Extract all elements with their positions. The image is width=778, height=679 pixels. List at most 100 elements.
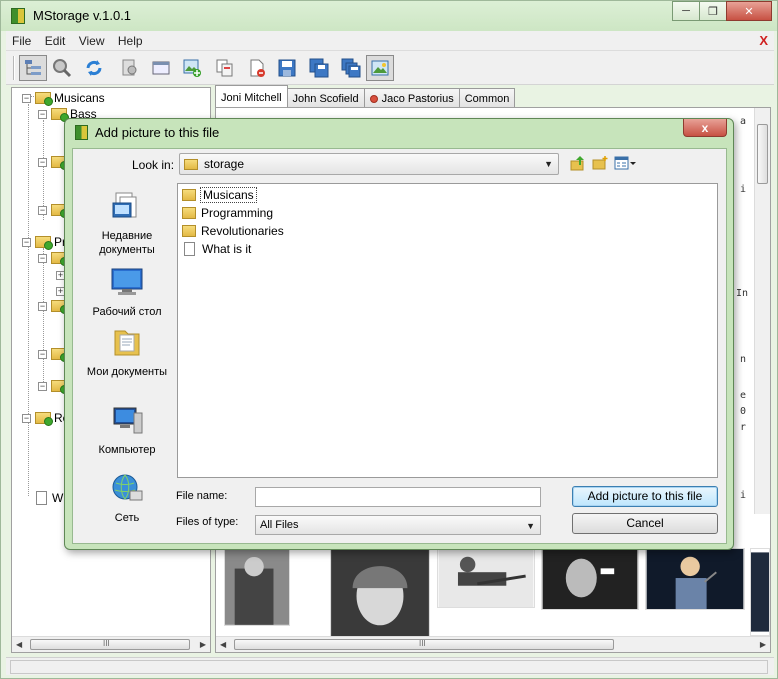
menu-file[interactable]: File [6, 31, 35, 48]
close-button[interactable]: ✕ [726, 1, 772, 21]
refresh-button[interactable] [80, 55, 108, 81]
list-item-revolutionaries[interactable]: Revolutionaries [182, 222, 284, 239]
delete-button[interactable] [243, 55, 271, 81]
toolbar [6, 51, 774, 85]
places-bar: Недавние документы Рабочий стол Мои доку… [81, 183, 173, 543]
picture-icon [371, 60, 389, 76]
folder-icon [184, 158, 198, 170]
scroll-thumb[interactable]: III [234, 639, 614, 650]
up-folder-button[interactable] [570, 155, 586, 171]
photo-thumbnail[interactable] [541, 548, 639, 610]
computer-icon [113, 407, 143, 434]
dialog-close-button[interactable]: x [683, 119, 727, 137]
place-my-documents[interactable]: Мои документы [81, 327, 173, 379]
minimize-button[interactable]: ─ [672, 1, 700, 21]
tab-joni-mitchell[interactable]: Joni Mitchell [215, 85, 288, 107]
collapse-icon[interactable]: − [22, 237, 31, 247]
tab-jaco-pastorius[interactable]: Jaco Pastorius [363, 88, 460, 107]
scroll-thumb[interactable] [757, 124, 768, 184]
toolbar-separator [13, 56, 15, 80]
folder-icon [35, 92, 53, 106]
view-menu-button[interactable] [614, 155, 636, 171]
save-as-button[interactable] [305, 55, 333, 81]
list-item-musicans[interactable]: Musicans [182, 186, 257, 203]
file-list: Musicans Programming Revolutionaries Wha… [177, 183, 718, 478]
photo-thumbnail[interactable] [224, 548, 290, 626]
add-picture-dialog: Add picture to this file x Look in: stor… [64, 118, 734, 550]
scroll-left-icon[interactable]: ◀ [220, 640, 226, 649]
scroll-thumb[interactable]: III [30, 639, 190, 650]
tree-view-icon [25, 60, 41, 75]
my-documents-icon [114, 330, 140, 356]
list-item-what-is-it[interactable]: What is it [182, 240, 251, 257]
place-desktop[interactable]: Рабочий стол [81, 267, 173, 319]
tree-view-button[interactable] [19, 55, 47, 81]
menu-edit[interactable]: Edit [39, 31, 70, 48]
place-network[interactable]: Сеть [81, 473, 173, 525]
list-item-programming[interactable]: Programming [182, 204, 273, 221]
window-icon [152, 61, 170, 75]
folder-icon [35, 412, 53, 426]
new-folder-button[interactable] [592, 155, 608, 171]
tree-horizontal-scrollbar[interactable]: ◀ III ▶ [12, 636, 210, 652]
save-all-button[interactable] [337, 55, 365, 81]
scroll-right-icon[interactable]: ▶ [760, 640, 766, 649]
collapse-icon[interactable]: − [22, 413, 31, 423]
collapse-icon[interactable]: − [38, 381, 47, 391]
tree-item-revolutionaries[interactable]: − Re [22, 410, 69, 426]
place-computer[interactable]: Компьютер [81, 405, 173, 457]
tab-common[interactable]: Common [458, 88, 516, 107]
picture-button[interactable] [366, 55, 394, 81]
close-document-button[interactable]: X [759, 33, 768, 48]
recent-documents-icon [112, 192, 137, 218]
app-logo-icon [11, 8, 25, 24]
window-button[interactable] [147, 55, 175, 81]
collapse-icon[interactable]: − [38, 157, 47, 167]
find-button[interactable] [116, 55, 144, 81]
photo-thumbnail[interactable] [330, 548, 430, 640]
status-bar [6, 657, 774, 675]
copy-icon [216, 59, 233, 77]
tab-john-scofield[interactable]: John Scofield [286, 88, 365, 107]
desktop-icon [111, 268, 143, 295]
text-vertical-scrollbar[interactable] [754, 108, 770, 514]
photo-thumbnail[interactable] [750, 548, 770, 636]
document-icon [36, 491, 47, 505]
collapse-icon[interactable]: − [38, 109, 47, 119]
folder-icon [182, 224, 196, 237]
file-type-label: Files of type: [176, 516, 239, 528]
window-title: MStorage v.1.0.1 [33, 8, 132, 23]
view-menu-icon [614, 156, 636, 170]
save-button[interactable] [273, 55, 301, 81]
search-button[interactable] [48, 55, 76, 81]
photo-thumbnail[interactable] [437, 548, 535, 608]
collapse-icon[interactable]: − [38, 349, 47, 359]
save-as-icon [309, 58, 329, 78]
look-in-dropdown[interactable]: storage ▼ [179, 153, 559, 175]
folder-icon [35, 236, 53, 250]
menu-bar: File Edit View Help X [6, 31, 774, 51]
scroll-right-icon[interactable]: ▶ [200, 640, 206, 649]
app-logo-icon [75, 125, 88, 140]
menu-view[interactable]: View [73, 31, 109, 48]
menu-help[interactable]: Help [112, 31, 147, 48]
scroll-left-icon[interactable]: ◀ [16, 640, 22, 649]
collapse-icon[interactable]: − [38, 205, 47, 215]
maximize-button[interactable]: ❐ [699, 1, 727, 21]
file-name-field[interactable] [255, 487, 541, 507]
add-picture-button[interactable] [178, 55, 206, 81]
collapse-icon[interactable]: − [22, 93, 31, 103]
collapse-icon[interactable]: − [38, 253, 47, 263]
collapse-icon[interactable]: − [38, 301, 47, 311]
content-horizontal-scrollbar[interactable]: ◀ III ▶ [216, 636, 770, 652]
place-recent-documents[interactable]: Недавние документы [81, 191, 173, 257]
refresh-icon [86, 60, 102, 76]
save-all-icon [341, 58, 361, 78]
add-picture-confirm-button[interactable]: Add picture to this file [572, 486, 718, 507]
file-type-dropdown[interactable]: All Files ▼ [255, 515, 541, 535]
tree-item-programming[interactable]: − Pr [22, 234, 66, 250]
tree-item-musicans[interactable]: − Musicans [22, 90, 105, 106]
copy-button[interactable] [211, 55, 239, 81]
cancel-button[interactable]: Cancel [572, 513, 718, 534]
photo-thumbnail[interactable] [645, 548, 745, 610]
